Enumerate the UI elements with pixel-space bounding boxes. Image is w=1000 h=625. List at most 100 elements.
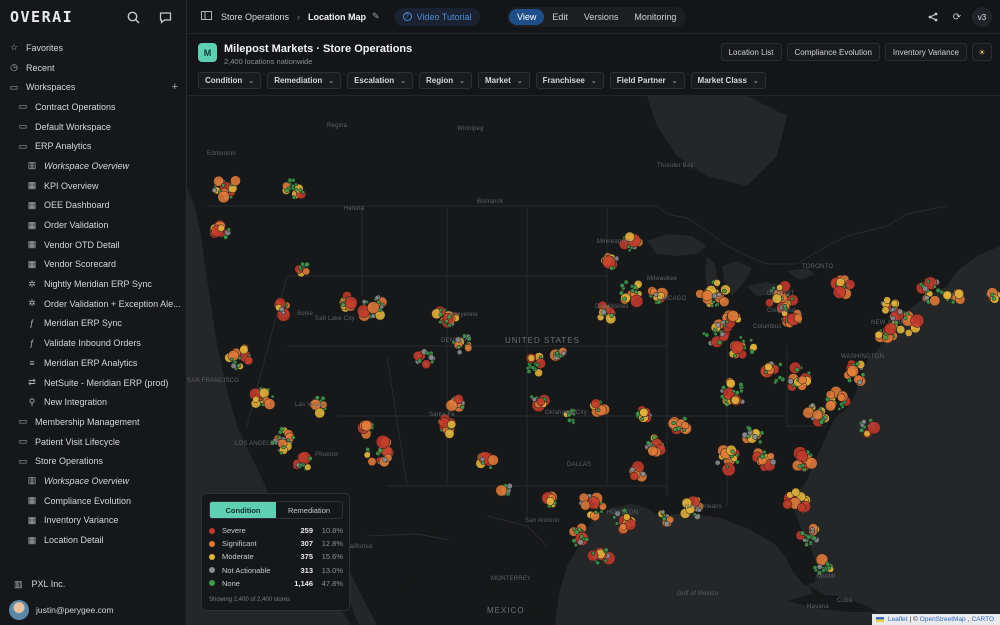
store-marker[interactable] [811,535,817,541]
store-marker[interactable] [591,551,596,556]
store-marker[interactable] [929,295,941,307]
store-marker[interactable] [890,307,896,312]
refresh-icon[interactable]: ⟳ [948,7,966,27]
store-marker[interactable] [239,345,249,355]
store-marker[interactable] [545,497,555,506]
legend-row[interactable]: Severe 259 10.8% [209,524,343,537]
store-marker[interactable] [812,565,818,570]
store-marker[interactable] [749,349,755,355]
store-marker[interactable] [367,301,380,314]
store-marker[interactable] [776,284,784,291]
mode-tab-monitoring[interactable]: Monitoring [626,9,684,25]
store-marker[interactable] [623,279,629,285]
store-marker[interactable] [721,462,736,477]
breadcrumb-parent[interactable]: Store Operations [221,12,289,22]
store-marker[interactable] [307,456,313,461]
search-icon[interactable] [122,6,144,28]
chat-icon[interactable] [154,6,176,28]
filter-dropdown[interactable]: Franchisee ⌄ [535,72,604,89]
sidebar-item[interactable]: ▭ Workspaces + [0,77,186,97]
store-marker[interactable] [619,283,625,289]
store-marker[interactable] [555,350,560,356]
store-marker[interactable] [910,313,925,328]
store-marker[interactable] [954,288,965,299]
store-marker[interactable] [714,303,719,308]
store-marker[interactable] [671,420,676,426]
store-marker[interactable] [233,360,238,365]
store-marker[interactable] [835,277,846,288]
store-marker[interactable] [710,303,714,308]
store-marker[interactable] [229,357,234,362]
header-link-button[interactable]: Compliance Evolution [786,43,880,61]
store-marker[interactable] [577,539,584,546]
store-marker[interactable] [647,445,658,457]
org-switcher[interactable]: ▥ PXL Inc. [0,573,186,595]
store-marker[interactable] [837,407,842,411]
sidebar-item[interactable]: ▭ Default Workspace [0,117,186,137]
store-marker[interactable] [344,296,358,310]
sidebar-item[interactable]: ▭ Membership Management [0,412,186,432]
store-marker[interactable] [858,427,865,433]
store-marker[interactable] [291,184,295,188]
store-marker[interactable] [277,435,282,440]
store-marker[interactable] [730,449,735,454]
store-marker[interactable] [724,401,730,407]
store-marker[interactable] [640,471,647,477]
store-marker[interactable] [840,405,845,409]
sidebar-item[interactable]: ▭ ERP Analytics [0,136,186,156]
store-marker[interactable] [847,377,852,383]
store-marker[interactable] [279,451,284,456]
store-marker[interactable] [367,457,377,467]
store-marker[interactable] [302,267,311,276]
store-marker[interactable] [291,178,296,183]
store-marker[interactable] [746,426,753,432]
store-marker[interactable] [596,408,601,413]
store-marker[interactable] [713,332,718,337]
leaflet-link[interactable]: Leaflet [888,616,908,623]
store-marker[interactable] [883,296,891,304]
store-marker[interactable] [438,307,444,313]
store-marker[interactable] [619,523,627,531]
store-marker[interactable] [590,398,601,409]
store-marker[interactable] [757,439,763,445]
store-marker[interactable] [752,433,758,440]
store-marker[interactable] [867,421,881,435]
store-marker[interactable] [252,395,260,403]
store-marker[interactable] [304,261,310,268]
store-marker[interactable] [950,299,956,305]
store-marker[interactable] [427,354,435,361]
store-marker[interactable] [263,398,276,410]
store-marker[interactable] [612,515,617,520]
legend-tab-condition[interactable]: Condition [210,502,276,518]
store-marker[interactable] [645,440,651,446]
sidebar-item[interactable]: ▦ Compliance Evolution [0,491,186,511]
store-marker[interactable] [560,350,567,357]
store-marker[interactable] [361,420,373,432]
sidebar-item[interactable]: ƒ Meridian ERP Sync [0,314,186,334]
legend-row[interactable]: Moderate 375 15.6% [209,550,343,563]
store-marker[interactable] [681,421,690,430]
store-marker[interactable] [715,322,721,328]
store-marker[interactable] [802,537,808,543]
store-marker[interactable] [630,294,644,308]
store-marker[interactable] [534,362,540,368]
store-marker[interactable] [732,353,737,358]
store-marker[interactable] [495,484,508,497]
store-marker[interactable] [226,227,231,232]
sidebar-item[interactable]: ▥ Workspace Overview [0,156,186,176]
store-marker[interactable] [382,456,388,463]
sidebar-item[interactable]: ▦ Inventory Variance [0,511,186,531]
store-marker[interactable] [821,568,826,573]
store-marker[interactable] [221,183,226,188]
store-marker[interactable] [712,327,718,333]
store-marker[interactable] [230,175,241,187]
legend-row[interactable]: None 1,146 47.8% [209,577,343,590]
share-icon[interactable] [924,7,942,27]
store-marker[interactable] [861,419,867,425]
store-marker[interactable] [622,296,627,302]
store-marker[interactable] [574,529,580,535]
store-marker[interactable] [281,445,286,450]
store-marker[interactable] [374,295,380,301]
video-tutorial-button[interactable]: ? Video Tutorial [393,7,481,26]
store-marker[interactable] [922,285,929,292]
